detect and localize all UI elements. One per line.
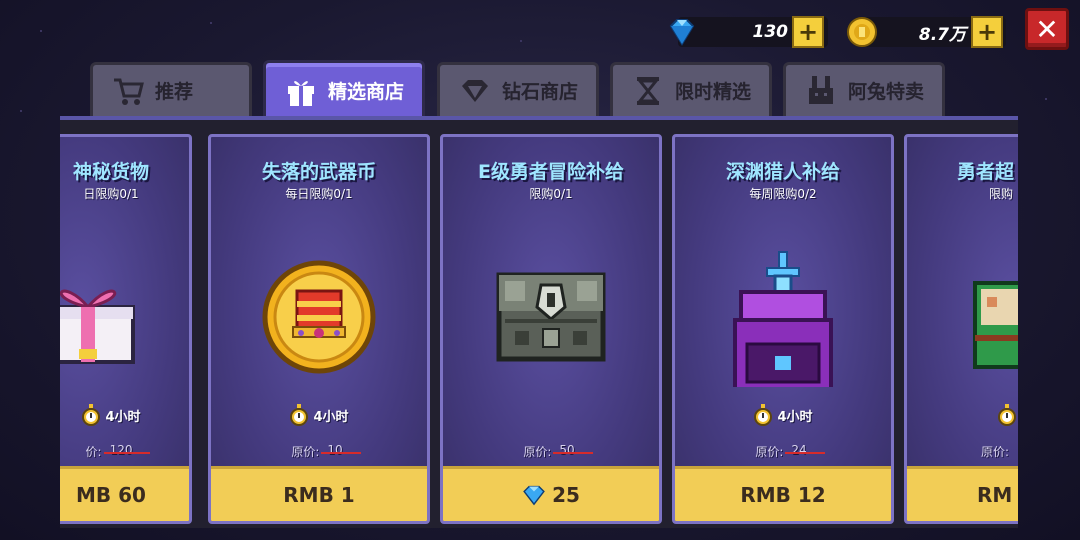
gem-icon: [669, 19, 695, 46]
gem-icon: [523, 485, 545, 506]
add-gems-button[interactable]: +: [792, 16, 824, 48]
tab-label: 阿兔特卖: [848, 81, 925, 103]
tab-rabbit-sale[interactable]: 阿兔特卖: [783, 62, 945, 116]
shop-item-card[interactable]: E级勇者冒险补给 限购0/1 原价: 50 25: [440, 134, 662, 524]
tab-diamond-store[interactable]: 钻石商店: [437, 62, 599, 116]
buy-button[interactable]: RMB 12: [675, 466, 891, 521]
price-label: RM: [977, 483, 1013, 507]
background-star: [210, 22, 212, 24]
tab-recommended[interactable]: 推荐: [90, 62, 252, 116]
shop-item-card[interactable]: 神秘货物 日限购0/1 4小时 价: 120 MB 60: [60, 134, 192, 524]
original-price-value: 50: [553, 443, 594, 460]
original-price: 原价: 24: [675, 443, 891, 460]
timer: [907, 404, 1018, 426]
purchase-limit: 日限购0/1: [83, 187, 139, 201]
stopwatch-icon: [754, 404, 773, 426]
purchase-limit: 限购: [989, 187, 1014, 201]
close-button[interactable]: ✕: [1025, 8, 1069, 50]
buy-button[interactable]: MB 60: [60, 466, 189, 521]
tab-label: 推荐: [155, 81, 194, 103]
item-title: E级勇者冒险补给: [478, 161, 624, 183]
coin-count: 8.7万: [918, 24, 966, 45]
timer-text: 4小时: [313, 409, 349, 425]
price-label: MB 60: [76, 483, 146, 507]
stone-chest-icon: [496, 272, 606, 362]
tab-featured-store[interactable]: 精选商店: [263, 60, 425, 118]
green-book-icon: [973, 281, 1018, 369]
shop-item-card[interactable]: 失落的武器币 每日限购0/1 4小时 原价: 10 RMB 1: [208, 134, 430, 524]
buy-button[interactable]: 25: [443, 466, 659, 521]
purchase-limit: 限购0/1: [529, 187, 573, 201]
shop-item-card[interactable]: 勇者超 限购 原价: RM: [904, 134, 1018, 524]
original-price-value: 120: [103, 443, 151, 460]
stopwatch-icon: [998, 404, 1016, 426]
original-price-label: 价:: [85, 445, 102, 459]
background-star: [520, 40, 522, 42]
price-label: RMB 12: [740, 483, 826, 507]
tab-label: 钻石商店: [502, 81, 579, 103]
rabbit-icon: [804, 74, 838, 108]
stopwatch-icon: [290, 404, 309, 426]
buy-button[interactable]: RM: [907, 466, 1018, 521]
coin-icon: [847, 17, 877, 47]
timer: 4小时: [211, 404, 427, 426]
purchase-limit: 每日限购0/1: [285, 187, 353, 201]
gift-icon: [284, 74, 318, 108]
original-price: 原价: 10: [211, 443, 427, 460]
tab-label: 精选商店: [328, 81, 405, 103]
gold-coin-icon: [262, 260, 376, 374]
original-price-label: 原价:: [523, 445, 552, 459]
timer: 4小时: [60, 404, 189, 426]
item-title: 神秘货物: [72, 161, 149, 183]
price-label: 25: [552, 483, 580, 507]
original-price: 原价: 50: [443, 443, 659, 460]
original-price-value: 10: [321, 443, 362, 460]
background-star: [1045, 98, 1047, 100]
background-star: [40, 30, 42, 32]
pink-gift-box-icon: [60, 289, 135, 364]
original-price-value: 24: [785, 443, 826, 460]
price-label: RMB 1: [283, 483, 355, 507]
diamond-icon: [458, 74, 492, 108]
timer-text: 4小时: [105, 409, 141, 425]
background-star: [20, 110, 22, 112]
original-price-label: 原价:: [291, 445, 320, 459]
tab-label: 限时精选: [675, 81, 752, 103]
add-coins-button[interactable]: +: [971, 16, 1003, 48]
original-price-label: 原价:: [981, 445, 1010, 459]
timer: 4小时: [675, 404, 891, 426]
item-title: 失落的武器币: [261, 161, 376, 183]
item-title: 勇者超: [957, 161, 1015, 183]
stopwatch-icon: [82, 404, 101, 426]
original-price: 原价:: [907, 443, 1018, 460]
shop-item-card[interactable]: 深渊猎人补给 每周限购0/2 4小时 原价: 24 RMB 12: [672, 134, 894, 524]
original-price: 价: 120: [60, 443, 189, 460]
gem-count: 130: [752, 22, 789, 42]
purchase-limit: 每周限购0/2: [749, 187, 817, 201]
purple-sword-chest-icon: [733, 251, 833, 387]
shopping-cart-icon: [111, 74, 145, 108]
buy-button[interactable]: RMB 1: [211, 466, 427, 521]
hourglass-icon: [631, 74, 665, 108]
timer-text: 4小时: [777, 409, 813, 425]
original-price-label: 原价:: [755, 445, 784, 459]
tab-limited-selection[interactable]: 限时精选: [610, 62, 772, 116]
item-title: 深渊猎人补给: [725, 161, 840, 183]
shop-panel: 神秘货物 日限购0/1 4小时 价: 120 MB 60 失落的武器币 每日限购…: [60, 116, 1018, 528]
